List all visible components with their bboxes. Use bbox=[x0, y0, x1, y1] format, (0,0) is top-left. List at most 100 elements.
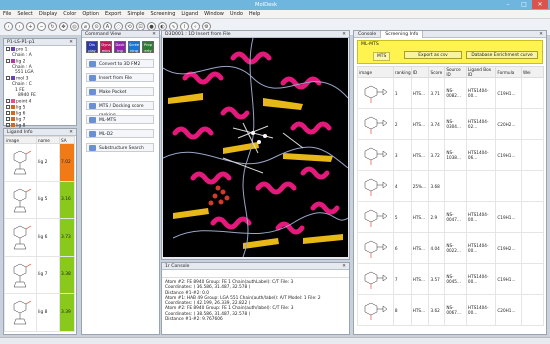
zoom-out-icon[interactable]: − bbox=[37, 22, 46, 31]
close-icon[interactable]: ✕ bbox=[539, 31, 543, 38]
menu-help[interactable]: Help bbox=[246, 10, 263, 19]
color-swatch-icon bbox=[11, 58, 15, 63]
ligand-name: lig 5 bbox=[36, 180, 60, 219]
menu-option[interactable]: Option bbox=[79, 10, 102, 19]
checkbox-icon[interactable] bbox=[6, 123, 10, 128]
table-row[interactable]: 6 HTS... 4.04 NS-0022... HTS1404-00... C19H2.… bbox=[357, 232, 545, 264]
cell-formula: C19H1... bbox=[495, 77, 522, 109]
col-sa[interactable]: SA bbox=[59, 136, 75, 144]
tab-screening-info[interactable]: Screening Info bbox=[381, 31, 424, 38]
table-row[interactable]: 4 25%... 3.68 bbox=[357, 170, 545, 202]
ligand-row[interactable]: lig 6 3.73 bbox=[4, 218, 75, 257]
toggle-4[interactable]: Prop erty bbox=[142, 41, 154, 53]
minimize-button[interactable]: – bbox=[500, 0, 516, 9]
close-icon[interactable]: ✕ bbox=[69, 39, 73, 46]
maximize-button[interactable]: □ bbox=[516, 0, 532, 9]
checkbox-icon[interactable] bbox=[6, 58, 10, 63]
col-header[interactable]: Score bbox=[428, 66, 446, 78]
tree-label: point 4 bbox=[16, 99, 32, 105]
forward-icon[interactable]: › bbox=[15, 22, 24, 31]
col-header[interactable]: Wei bbox=[520, 66, 545, 78]
table-row[interactable]: 8 HTS... 3.62 NS-0067... HTS1404-00... C20H1.… bbox=[357, 294, 545, 326]
ligand-sa: 3.73 bbox=[59, 218, 75, 257]
export-csv-button[interactable]: Export as csv bbox=[404, 51, 462, 59]
col-header[interactable]: Ligand Box ID bbox=[465, 66, 497, 78]
zoom-in-icon[interactable]: + bbox=[26, 22, 35, 31]
ligand-row[interactable]: lig 2 7.02 bbox=[4, 143, 75, 182]
menu-window[interactable]: Window bbox=[201, 10, 227, 19]
menu-undo[interactable]: Undo bbox=[227, 10, 246, 19]
close-icon[interactable]: ✕ bbox=[342, 263, 346, 270]
checkbox-icon[interactable] bbox=[6, 104, 10, 109]
table-row[interactable]: 7 HTS... 3.57 NS-0045... HTS1404-00... C19H1.… bbox=[357, 263, 545, 295]
tab-mts[interactable]: MTS bbox=[373, 52, 391, 61]
command-button[interactable]: Insert from File bbox=[86, 73, 154, 82]
checkbox-icon[interactable] bbox=[6, 117, 10, 122]
close-icon[interactable]: ✕ bbox=[152, 31, 156, 38]
select-icon[interactable]: ◎ bbox=[70, 22, 79, 31]
command-button[interactable]: ML-MTS bbox=[86, 115, 154, 124]
pan-icon[interactable]: ✥ bbox=[59, 22, 68, 31]
ligand-row[interactable]: lig 8 3.39 bbox=[4, 293, 75, 332]
tree-label: 1 FE bbox=[15, 87, 25, 93]
command-button[interactable]: MTS / Docking score ranking bbox=[86, 101, 154, 118]
col-name[interactable]: name bbox=[36, 136, 60, 144]
command-icon bbox=[89, 131, 96, 137]
col-header[interactable]: ID bbox=[410, 66, 430, 78]
menu-file[interactable]: File bbox=[0, 10, 14, 19]
cell-source bbox=[444, 170, 467, 202]
menu-ligand[interactable]: Ligand bbox=[178, 10, 201, 19]
tree-label: 551 LGA bbox=[15, 70, 34, 76]
command-button[interactable]: Substructure Search bbox=[86, 143, 154, 152]
rotate-icon[interactable]: ↻ bbox=[48, 22, 57, 31]
table-row[interactable]: 5 HTS... 2.9 NS-0047... HTS1404-00... C19H1..… bbox=[357, 201, 545, 233]
menu-export[interactable]: Export bbox=[102, 10, 124, 19]
toggle-2[interactable]: Dock ing bbox=[114, 41, 126, 53]
cell-source: NS-0067... bbox=[444, 294, 467, 326]
menu-color[interactable]: Color bbox=[60, 10, 79, 19]
toggle-3[interactable]: Scree ning bbox=[128, 41, 140, 53]
table-row[interactable]: 1 HTS... 3.71 NS-0082... HTS1404-00... C19H1.… bbox=[357, 77, 545, 109]
command-button[interactable]: ML-D2 bbox=[86, 129, 154, 138]
menu-display[interactable]: Display bbox=[36, 10, 60, 19]
close-icon[interactable]: ✕ bbox=[342, 31, 346, 38]
cell-ligand: HTS1404-00... bbox=[465, 294, 497, 326]
toggle-1[interactable]: Dyna mics bbox=[100, 41, 112, 53]
col-header[interactable]: Source ID bbox=[444, 66, 467, 78]
ligand-row[interactable]: lig 7 3.38 bbox=[4, 255, 75, 294]
table-row[interactable]: 3 HTS... 3.72 NS-1038... HTS1404-06... C19H1.… bbox=[357, 139, 545, 171]
checkbox-icon[interactable] bbox=[6, 111, 10, 116]
col-image[interactable]: image bbox=[4, 136, 37, 144]
cell-ranking: 4 bbox=[392, 170, 412, 202]
enrichment-curve-button[interactable]: Database Enrichment curve bbox=[466, 51, 538, 59]
console-title: 1r Console bbox=[165, 264, 190, 269]
molecule-viewer[interactable] bbox=[163, 38, 348, 257]
close-icon[interactable]: ✕ bbox=[69, 129, 73, 136]
col-header[interactable]: Formula bbox=[495, 66, 522, 78]
close-window-button[interactable]: ✕ bbox=[532, 0, 548, 9]
cell-ligand: HTS1404-00... bbox=[465, 232, 497, 264]
command-button[interactable]: Convert to 3D FM2 bbox=[86, 59, 154, 68]
checkbox-icon[interactable] bbox=[6, 98, 10, 103]
ligand-row[interactable]: lig 5 3.16 bbox=[4, 180, 75, 219]
cell-score: 3.74 bbox=[428, 108, 446, 140]
cell-score: 4.04 bbox=[428, 232, 446, 264]
cell-id: HTS... bbox=[410, 77, 430, 109]
toggle-0[interactable]: Dis play bbox=[86, 41, 98, 53]
ligand-structure-image bbox=[357, 201, 394, 233]
viewer-title: D3D001 : 1D Insert from File bbox=[165, 32, 231, 37]
menu-select[interactable]: Select bbox=[14, 10, 35, 19]
color-swatch-icon bbox=[11, 75, 15, 80]
menu-screening[interactable]: Screening bbox=[147, 10, 178, 19]
col-header[interactable]: image bbox=[357, 66, 394, 78]
tab-console[interactable]: Console bbox=[354, 31, 382, 38]
checkbox-icon[interactable] bbox=[6, 75, 10, 80]
back-icon[interactable]: ‹ bbox=[4, 22, 13, 31]
console-input[interactable] bbox=[162, 270, 349, 278]
table-row[interactable]: 2 HTS... 3.74 NS-0304... HTS1404-02... C20H2.… bbox=[357, 108, 545, 140]
col-header[interactable]: ranking bbox=[392, 66, 412, 78]
menu-simple[interactable]: Simple bbox=[124, 10, 147, 19]
checkbox-icon[interactable] bbox=[6, 47, 10, 51]
command-button[interactable]: Make Pocket bbox=[86, 87, 154, 96]
command-label: ML-D2 bbox=[99, 132, 113, 137]
